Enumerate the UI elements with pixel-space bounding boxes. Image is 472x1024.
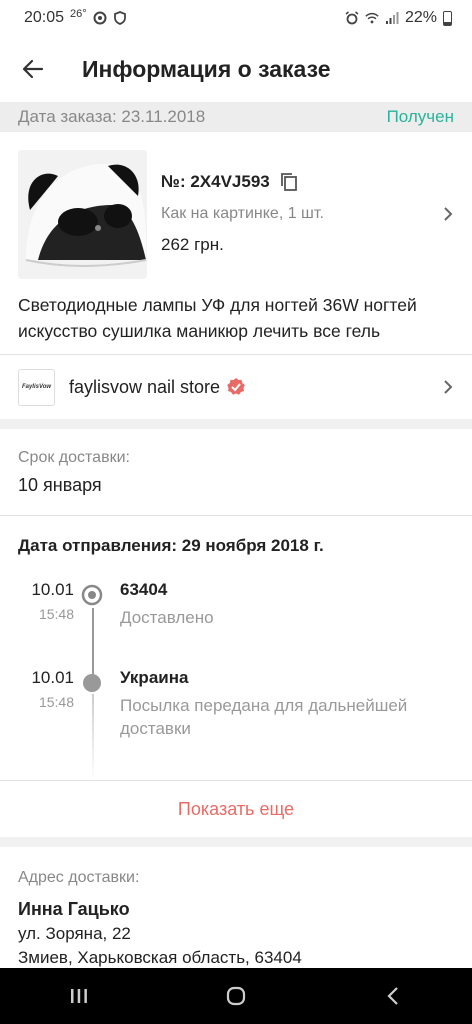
- order-number: №: 2X4VJ593: [161, 172, 270, 191]
- home-icon: [226, 986, 246, 1006]
- event-desc: Доставлено: [120, 608, 214, 627]
- chevron-right-icon[interactable]: [442, 206, 454, 222]
- store-name: faylisvow nail store: [69, 376, 221, 397]
- back-button[interactable]: [20, 56, 46, 82]
- section-gap: [0, 837, 472, 847]
- system-navigation-bar: [0, 968, 472, 1024]
- status-temperature: 26°: [70, 8, 87, 20]
- section-gap: [0, 419, 472, 429]
- back-nav-icon: [387, 987, 399, 1005]
- product-image[interactable]: [18, 150, 147, 279]
- wifi-icon: [365, 12, 379, 24]
- status-bar: 20:05 26° 22%: [0, 0, 472, 36]
- status-dot-icon: [83, 674, 101, 692]
- event-title: 63404: [120, 580, 168, 599]
- battery-icon: [443, 10, 452, 26]
- battery-percent: 22%: [404, 9, 437, 26]
- order-status-badge: Получен: [386, 107, 454, 126]
- event-desc: Посылка передана для дальнейшей доставки: [120, 696, 408, 738]
- verified-badge-icon: [226, 377, 246, 397]
- recipient-name: Инна Гацько: [18, 899, 130, 919]
- home-button[interactable]: [216, 976, 256, 1016]
- timeline-item: 10.01 15:48 Украина Посылка передана для…: [18, 668, 454, 740]
- status-time: 20:05: [24, 9, 65, 26]
- arrow-left-icon: [22, 59, 44, 79]
- store-logo: FaylisVow: [18, 368, 55, 406]
- delivery-address: Адрес доставки: Инна Гацько ул. Зоряна, …: [0, 847, 472, 968]
- address-line-1: ул. Зоряна, 22: [18, 924, 131, 943]
- product-card[interactable]: №: 2X4VJ593 Как на картинке, 1 шт. 262 г…: [0, 132, 472, 280]
- current-status-dot-icon: [81, 584, 103, 606]
- signal-icon: [385, 12, 399, 24]
- delivery-deadline: Срок доставки: 10 января: [0, 429, 472, 515]
- app-notification-icon: [93, 11, 107, 25]
- address-label: Адрес доставки:: [18, 869, 140, 886]
- event-date: 10.01: [31, 580, 74, 599]
- shield-icon: [113, 11, 126, 25]
- recent-apps-icon: [70, 989, 87, 1003]
- tracking-timeline: 10.01 15:48 63404 Доставлено 10.01 15:48…: [0, 574, 472, 780]
- show-more-button[interactable]: Показать еще: [0, 781, 472, 837]
- delivery-value: 10 января: [18, 475, 102, 495]
- product-info: №: 2X4VJ593 Как на картинке, 1 шт. 262 г…: [147, 150, 454, 280]
- store-row[interactable]: FaylisVow faylisvow nail store: [0, 355, 472, 419]
- timeline-item: 10.01 15:48 63404 Доставлено: [18, 580, 454, 668]
- alarm-icon: [345, 11, 359, 25]
- event-title: Украина: [120, 668, 189, 687]
- product-name: Светодиодные лампы УФ для ногтей 36W ног…: [18, 295, 417, 341]
- delivery-label: Срок доставки:: [18, 449, 130, 466]
- order-date: Дата заказа: 23.11.2018: [18, 107, 206, 126]
- back-nav-button[interactable]: [373, 976, 413, 1016]
- event-time: 15:48: [38, 694, 74, 710]
- address-line-2: Змиев, Харьковская область, 63404: [18, 948, 302, 967]
- page-title: Информация о заказе: [82, 55, 331, 82]
- chevron-right-icon[interactable]: [442, 379, 454, 395]
- product-variant: Как на картинке, 1 шт.: [161, 205, 324, 222]
- event-date: 10.01: [31, 668, 74, 687]
- app-bar: Информация о заказе: [0, 36, 472, 102]
- copy-icon[interactable]: [280, 172, 298, 192]
- order-number-row: №: 2X4VJ593: [161, 172, 454, 192]
- event-time: 15:48: [38, 606, 74, 622]
- recent-apps-button[interactable]: [59, 976, 99, 1016]
- order-date-bar: Дата заказа: 23.11.2018 Получен: [0, 102, 472, 132]
- shipping-date: Дата отправления: 29 ноября 2018 г.: [18, 536, 324, 555]
- product-price: 262 грн.: [161, 235, 224, 254]
